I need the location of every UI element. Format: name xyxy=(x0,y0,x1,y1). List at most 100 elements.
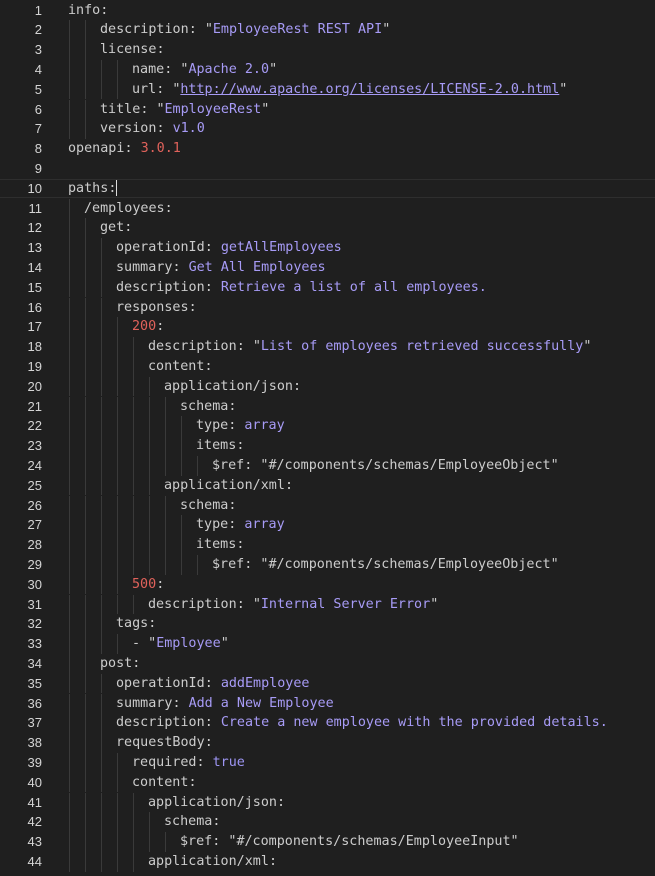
yaml-key: description xyxy=(148,339,237,355)
line-number: 37 xyxy=(27,715,42,731)
quote-mark: " xyxy=(252,596,261,612)
indent-guide xyxy=(133,495,134,516)
indent-guide xyxy=(117,634,118,654)
yaml-colon: : xyxy=(108,180,117,196)
indent-guide xyxy=(69,495,70,516)
indent-guide xyxy=(69,40,70,60)
code-line[interactable]: 39 required: true xyxy=(0,752,655,773)
code-line[interactable]: 33 - "Employee" xyxy=(0,634,655,654)
indent-guide xyxy=(69,238,70,258)
code-line[interactable]: 6 title: "EmployeeRest" xyxy=(0,99,655,120)
code-line[interactable]: 10 paths: xyxy=(0,178,655,199)
code-line[interactable]: 23 items: xyxy=(0,436,655,456)
line-number: 44 xyxy=(27,853,42,869)
yaml-colon: : xyxy=(156,81,173,97)
yaml-value: true xyxy=(212,754,245,770)
indent-guide xyxy=(85,812,86,833)
yaml-value: Retrieve a list of all employees. xyxy=(220,279,487,295)
indent-guide xyxy=(149,515,150,536)
line-number: 24 xyxy=(27,457,42,473)
indent-guide xyxy=(101,356,102,377)
yaml-key: license xyxy=(100,42,157,58)
indent-guide xyxy=(85,376,86,397)
indent-guide xyxy=(101,257,102,278)
code-line[interactable]: 42 schema: xyxy=(0,812,655,833)
code-line[interactable]: 30 500: xyxy=(0,574,655,595)
line-number: 19 xyxy=(27,358,42,374)
indent-guide xyxy=(101,851,102,872)
code-line[interactable]: 8 openapi: 3.0.1 xyxy=(0,139,655,159)
code-text: title: "EmployeeRest" xyxy=(100,100,269,120)
code-text: info: xyxy=(68,1,108,21)
code-line[interactable]: 41 application/json: xyxy=(0,792,655,813)
yaml-colon: : xyxy=(196,754,213,770)
indent-guide xyxy=(149,495,150,516)
code-line[interactable]: 20 application/json: xyxy=(0,376,655,397)
code-line[interactable]: 24 $ref: "#/components/schemas/EmployeeOb… xyxy=(0,455,655,476)
yaml-colon: : xyxy=(204,240,221,256)
indent-guide xyxy=(101,495,102,516)
quote-mark: " xyxy=(220,636,229,652)
code-line[interactable]: 34 post: xyxy=(0,653,655,674)
code-line[interactable]: 5 url: "http://www.apache.org/licenses/LI… xyxy=(0,79,655,100)
code-line[interactable]: 2 description: "EmployeeRest REST API" xyxy=(0,20,655,41)
code-line[interactable]: 22 type: array xyxy=(0,416,655,437)
code-text: description: "EmployeeRest REST API" xyxy=(100,20,390,40)
code-line[interactable]: 15 description: Retrieve a list of all em… xyxy=(0,277,655,298)
code-line[interactable]: 32 tags: xyxy=(0,614,655,635)
url-link[interactable]: http://www.apache.org/licenses/LICENSE-2… xyxy=(180,82,559,97)
code-line[interactable]: 31 description: "Internal Server Error" xyxy=(0,594,655,615)
indent-guide xyxy=(117,851,118,872)
code-line[interactable]: 25 application/xml: xyxy=(0,475,655,496)
indent-guide xyxy=(101,634,102,654)
yaml-key: description xyxy=(100,22,189,38)
indent-guide xyxy=(117,337,118,357)
code-line[interactable]: 1 info: xyxy=(0,1,655,21)
line-number: 17 xyxy=(27,319,42,335)
code-line[interactable]: 43 $ref: "#/components/schemas/EmployeeIn… xyxy=(0,832,655,852)
code-line[interactable]: 37 description: Create a new employee wit… xyxy=(0,713,655,734)
code-line[interactable]: 9 xyxy=(0,159,655,179)
code-line[interactable]: 38 requestBody: xyxy=(0,733,655,753)
code-line[interactable]: 29 $ref: "#/components/schemas/EmployeeOb… xyxy=(0,554,655,575)
indent-guide xyxy=(69,198,70,219)
code-text: operationId: addEmployee xyxy=(116,674,310,694)
code-line[interactable]: 12 get: xyxy=(0,218,655,239)
code-line[interactable]: 18 description: "List of employees retrie… xyxy=(0,337,655,357)
indent-guide xyxy=(85,79,86,100)
yaml-value: EmployeeRest REST API xyxy=(212,22,383,38)
code-line[interactable]: 17 200: xyxy=(0,317,655,338)
code-text: responses: xyxy=(116,298,197,318)
code-text: requestBody: xyxy=(116,733,213,753)
code-line[interactable]: 19 content: xyxy=(0,356,655,377)
quote-mark: " xyxy=(252,339,261,355)
indent-guide xyxy=(69,337,70,357)
code-line[interactable]: 27 type: array xyxy=(0,515,655,536)
indent-guide xyxy=(101,733,102,753)
code-line[interactable]: 21 schema: xyxy=(0,396,655,417)
line-number: 14 xyxy=(27,259,42,275)
indent-guide xyxy=(85,614,86,635)
indent-guide xyxy=(165,495,166,516)
indent-guide xyxy=(85,752,86,773)
code-line[interactable]: 35 operationId: addEmployee xyxy=(0,673,655,694)
code-line[interactable]: 11/employees: xyxy=(0,198,655,219)
code-line[interactable]: 13 operationId: getAllEmployees xyxy=(0,238,655,258)
code-line[interactable]: 16 responses: xyxy=(0,297,655,318)
code-line[interactable]: 26 schema: xyxy=(0,495,655,516)
code-line[interactable]: 40 content: xyxy=(0,772,655,793)
code-line[interactable]: 14 summary: Get All Employees xyxy=(0,257,655,278)
code-text: summary: Add a New Employee xyxy=(116,694,334,714)
code-line[interactable]: 28 items: xyxy=(0,535,655,555)
indent-guide xyxy=(197,455,198,476)
code-line[interactable]: 44 application/xml: xyxy=(0,851,655,872)
code-editor[interactable]: 1 info: 2 description: "EmployeeRest REST A… xyxy=(0,0,655,876)
yaml-key: description xyxy=(116,715,205,731)
code-line[interactable]: 4 name: "Apache 2.0" xyxy=(0,59,655,80)
code-line[interactable]: 7 version: v1.0 xyxy=(0,119,655,140)
code-line[interactable]: 3 license: xyxy=(0,40,655,60)
indent-guide xyxy=(69,693,70,714)
code-text: description: "List of employees retrieve… xyxy=(148,337,591,357)
yaml-colon: : xyxy=(284,477,293,493)
code-line[interactable]: 36 summary: Add a New Employee xyxy=(0,693,655,714)
